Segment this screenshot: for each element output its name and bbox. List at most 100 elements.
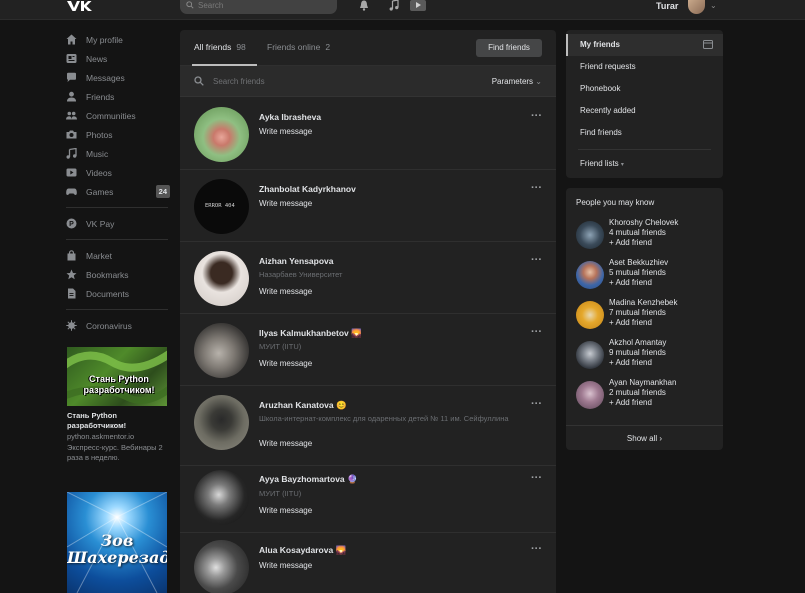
friend-school: Школа-интернат-комплекс для одаренных де… xyxy=(259,414,509,423)
more-options-icon[interactable]: ··· xyxy=(531,182,542,194)
menu-item-my-friends[interactable]: My friends xyxy=(580,40,620,49)
avatar[interactable] xyxy=(576,221,604,249)
more-options-icon[interactable]: ··· xyxy=(531,472,542,484)
friend-name[interactable]: Ayka Ibrasheva xyxy=(259,112,321,122)
sidebar-item-news[interactable]: News xyxy=(66,49,170,68)
write-message-link[interactable]: Write message xyxy=(259,506,312,515)
write-message-link[interactable]: Write message xyxy=(259,127,312,136)
add-friend-button[interactable]: + Add friend xyxy=(609,318,652,327)
header-search-input[interactable]: Search xyxy=(180,0,337,14)
sidebar-item-games[interactable]: Games 24 xyxy=(66,182,170,201)
mutual-friends[interactable]: 4 mutual friends xyxy=(609,228,666,237)
avatar[interactable] xyxy=(194,323,249,378)
sidebar-item-coronavirus[interactable]: Coronavirus xyxy=(66,316,170,335)
more-options-icon[interactable]: ··· xyxy=(531,543,542,555)
avatar[interactable] xyxy=(576,301,604,329)
sidebar-item-label: Friends xyxy=(86,91,115,102)
more-options-icon[interactable]: ··· xyxy=(531,326,542,338)
sidebar-item-communities[interactable]: Communities xyxy=(66,106,170,125)
ad-banner-game[interactable]: Зов Шахерезады xyxy=(67,492,167,593)
sidebar-item-documents[interactable]: Documents xyxy=(66,284,170,303)
menu-item-friend-requests[interactable]: Friend requests xyxy=(580,62,636,71)
add-friend-button[interactable]: + Add friend xyxy=(609,398,652,407)
music-icon[interactable] xyxy=(389,0,399,11)
menu-item-friend-lists[interactable]: Friend lists ▾ xyxy=(580,159,624,168)
avatar[interactable] xyxy=(194,395,249,450)
mutual-friends[interactable]: 7 mutual friends xyxy=(609,308,666,317)
calendar-icon[interactable] xyxy=(703,39,713,49)
mutual-friends[interactable]: 5 mutual friends xyxy=(609,268,666,277)
friends-search-bar[interactable]: Search friends Parameters ⌄ xyxy=(180,66,556,97)
sidebar-item-messages[interactable]: Messages xyxy=(66,68,170,87)
sidebar-item-music[interactable]: Music xyxy=(66,144,170,163)
suggestion-name[interactable]: Khoroshy Chelovek xyxy=(609,218,678,227)
nav-divider xyxy=(66,239,168,240)
add-friend-button[interactable]: + Add friend xyxy=(609,278,652,287)
parameters-dropdown[interactable]: Parameters ⌄ xyxy=(492,77,542,86)
ad-banner-text: Зов Шахерезады xyxy=(67,531,167,567)
friend-name[interactable]: Ilyas Kalmukhanbetov 🌄 xyxy=(259,328,362,339)
sidebar-item-my-profile[interactable]: My profile xyxy=(66,30,170,49)
tab-friends-online[interactable]: Friends online 2 xyxy=(267,42,330,52)
top-bar: Search Turar ⌄ xyxy=(0,0,805,20)
friend-name[interactable]: Aizhan Yensapova xyxy=(259,256,333,266)
friend-name[interactable]: Alua Kosaydarova 🌄 xyxy=(259,545,346,556)
menu-item-recently-added[interactable]: Recently added xyxy=(580,106,636,115)
suggestion-item: Madina Kenzhebek 7 mutual friends + Add … xyxy=(576,298,716,334)
header-username[interactable]: Turar xyxy=(656,1,678,11)
mutual-friends[interactable]: 9 mutual friends xyxy=(609,348,666,357)
avatar[interactable] xyxy=(688,0,705,14)
write-message-link[interactable]: Write message xyxy=(259,199,312,208)
add-friend-button[interactable]: + Add friend xyxy=(609,358,652,367)
more-options-icon[interactable]: ··· xyxy=(531,398,542,410)
avatar[interactable] xyxy=(194,470,249,525)
sidebar-item-market[interactable]: Market xyxy=(66,246,170,265)
show-all-link[interactable]: Show all › xyxy=(566,434,723,443)
play-icon[interactable] xyxy=(410,0,426,11)
messages-icon xyxy=(67,72,76,82)
home-icon xyxy=(66,34,77,45)
bell-icon[interactable] xyxy=(359,0,369,11)
menu-item-phonebook[interactable]: Phonebook xyxy=(580,84,620,93)
suggestion-name[interactable]: Aset Bekkuzhiev xyxy=(609,258,668,267)
header-search-placeholder: Search xyxy=(198,1,224,10)
suggestion-name[interactable]: Akzhol Amantay xyxy=(609,338,666,347)
avatar[interactable] xyxy=(194,540,249,593)
friend-name[interactable]: Zhanbolat Kadyrkhanov xyxy=(259,184,356,194)
sidebar-item-vk-pay[interactable]: P VK Pay xyxy=(66,214,170,233)
ad-domain[interactable]: python.askmentor.io xyxy=(67,432,134,441)
friend-name[interactable]: Aruzhan Kanatova 😊 xyxy=(259,400,347,411)
avatar[interactable]: ERROR 404 xyxy=(194,179,249,234)
suggestion-name[interactable]: Madina Kenzhebek xyxy=(609,298,678,307)
ad-banner-python[interactable]: Стань Python разработчиком! xyxy=(67,347,167,406)
sidebar-item-label: Market xyxy=(86,250,112,261)
tab-all-friends[interactable]: All friends 98 xyxy=(194,42,246,52)
chevron-down-icon[interactable]: ⌄ xyxy=(710,1,717,10)
avatar[interactable] xyxy=(576,261,604,289)
sidebar-item-friends[interactable]: Friends xyxy=(66,87,170,106)
write-message-link[interactable]: Write message xyxy=(259,287,312,296)
sidebar-item-photos[interactable]: Photos xyxy=(66,125,170,144)
avatar[interactable] xyxy=(576,341,604,369)
mutual-friends[interactable]: 2 mutual friends xyxy=(609,388,666,397)
write-message-link[interactable]: Write message xyxy=(259,561,312,570)
write-message-link[interactable]: Write message xyxy=(259,439,312,448)
menu-item-find-friends[interactable]: Find friends xyxy=(580,128,622,137)
suggestion-name[interactable]: Ayan Naymankhan xyxy=(609,378,676,387)
avatar[interactable] xyxy=(194,107,249,162)
vk-logo-icon[interactable] xyxy=(66,0,92,13)
sidebar-item-videos[interactable]: Videos xyxy=(66,163,170,182)
find-friends-button[interactable]: Find friends xyxy=(476,39,542,57)
chevron-right-icon: › xyxy=(659,434,663,443)
more-options-icon[interactable]: ··· xyxy=(531,110,542,122)
avatar[interactable] xyxy=(194,251,249,306)
more-options-icon[interactable]: ··· xyxy=(531,254,542,266)
list-item: Aruzhan Kanatova 😊 Школа-интернат-компле… xyxy=(180,386,556,466)
suggestion-item: Khoroshy Chelovek 4 mutual friends + Add… xyxy=(576,218,716,254)
ad-title[interactable]: Стань Python разработчиком! xyxy=(67,411,171,431)
friend-name[interactable]: Ayya Bayzhomartova 🔮 xyxy=(259,474,358,485)
add-friend-button[interactable]: + Add friend xyxy=(609,238,652,247)
sidebar-item-bookmarks[interactable]: Bookmarks xyxy=(66,265,170,284)
write-message-link[interactable]: Write message xyxy=(259,359,312,368)
avatar[interactable] xyxy=(576,381,604,409)
